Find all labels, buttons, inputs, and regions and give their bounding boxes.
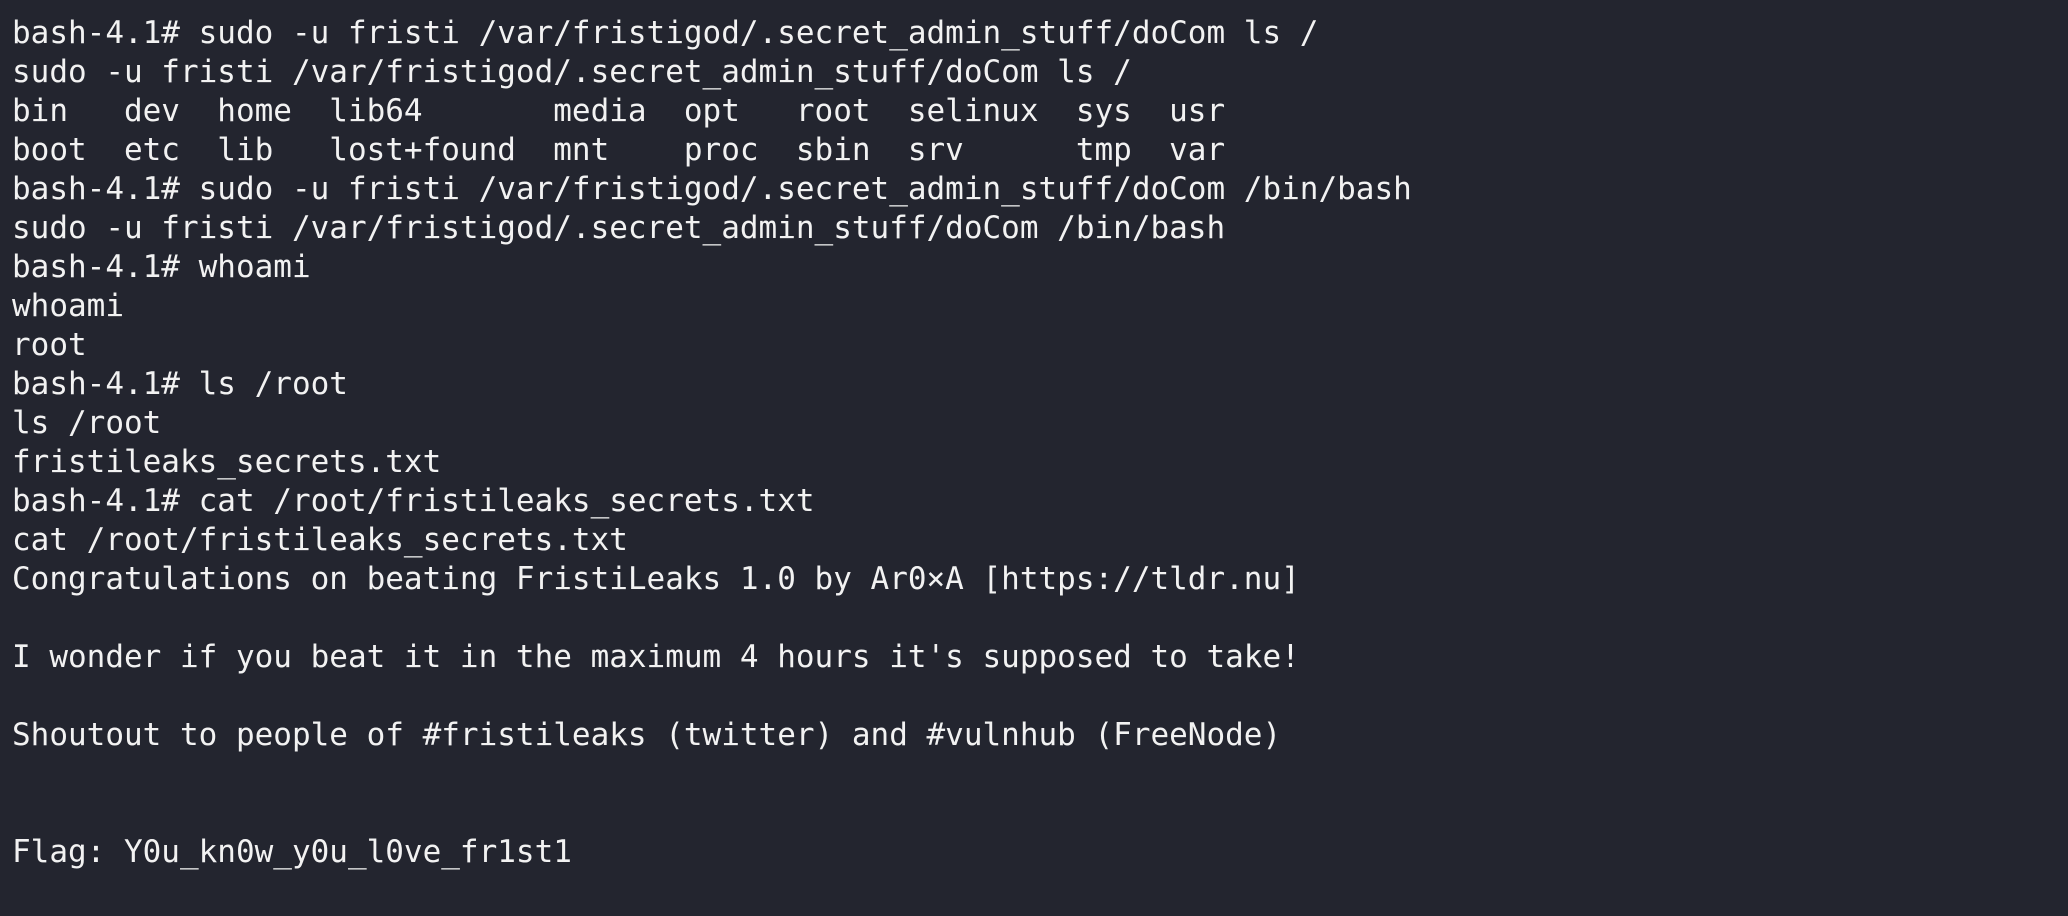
terminal-line: boot etc lib lost+found mnt proc sbin sr… (12, 132, 1226, 168)
terminal-line: I wonder if you beat it in the maximum 4… (12, 639, 1300, 675)
terminal-line: bash-4.1# sudo -u fristi /var/fristigod/… (12, 15, 1319, 51)
terminal-line: bash-4.1# sudo -u fristi /var/fristigod/… (12, 171, 1412, 207)
terminal-line: bin dev home lib64 media opt root selinu… (12, 93, 1226, 129)
terminal-line: Shoutout to people of #fristileaks (twit… (12, 717, 1282, 753)
terminal-line: root (12, 327, 87, 363)
terminal-line: fristileaks_secrets.txt (12, 444, 442, 480)
terminal-line: whoami (12, 288, 124, 324)
terminal-line: cat /root/fristileaks_secrets.txt (12, 522, 628, 558)
terminal-line: bash-4.1# whoami (12, 249, 311, 285)
terminal-line: Congratulations on beating FristiLeaks 1… (12, 561, 1300, 597)
terminal-line: bash-4.1# ls /root (12, 366, 348, 402)
terminal-line: sudo -u fristi /var/fristigod/.secret_ad… (12, 54, 1132, 90)
terminal-line: ls /root (12, 405, 162, 441)
terminal-line: sudo -u fristi /var/fristigod/.secret_ad… (12, 210, 1226, 246)
terminal-line: bash-4.1# cat /root/fristileaks_secrets.… (12, 483, 815, 519)
terminal-window[interactable]: bash-4.1# sudo -u fristi /var/fristigod/… (0, 0, 2068, 916)
terminal-line: Flag: Y0u_kn0w_y0u_l0ve_fr1st1 (12, 834, 572, 870)
